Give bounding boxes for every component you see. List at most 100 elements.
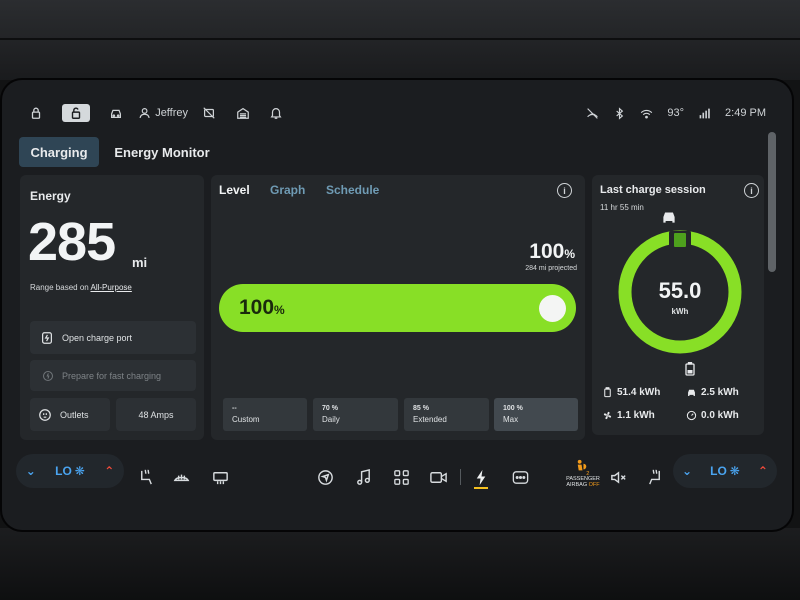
front-defrost-icon[interactable] <box>168 464 194 490</box>
temperature: 93° <box>667 107 685 119</box>
preset-max-label: Max <box>503 415 519 424</box>
preset-max[interactable]: 100 % Max <box>494 398 578 431</box>
preset-custom-label: Custom <box>232 415 260 424</box>
dock-divider <box>460 469 461 485</box>
garage-icon[interactable] <box>233 104 253 122</box>
subtab-graph[interactable]: Graph <box>270 183 305 197</box>
dashboard-bezel-top <box>0 0 800 80</box>
tab-energy-monitor[interactable]: Energy Monitor <box>110 137 214 167</box>
mute-icon[interactable] <box>605 464 631 490</box>
amps-label: 48 Amps <box>138 409 174 420</box>
range-note: Range based on All-Purpose <box>30 283 132 292</box>
preset-daily[interactable]: 70 % Daily <box>313 398 398 431</box>
amps-button[interactable]: 48 Amps <box>116 398 196 431</box>
stat-drive-value: 2.5 kWh <box>701 387 739 398</box>
prepare-fast-charging-button[interactable]: Prepare for fast charging <box>30 360 196 391</box>
lock-open-icon[interactable] <box>62 104 90 122</box>
session-info-icon[interactable]: i <box>744 183 759 198</box>
passenger-seat-heat-icon[interactable] <box>641 464 667 490</box>
battery-level-icon <box>685 362 695 376</box>
driver-fan-icon: ❋ <box>74 464 85 478</box>
open-charge-port-button[interactable]: Open charge port <box>30 321 196 354</box>
user-icon <box>139 108 150 119</box>
stat-climate: 1.1 kWh <box>602 410 655 421</box>
fan-icon <box>603 411 612 420</box>
user-name: Jeffrey <box>155 107 188 119</box>
slider-unit: % <box>274 303 285 317</box>
rear-defrost-icon[interactable] <box>207 464 233 490</box>
car-icon[interactable] <box>106 104 126 122</box>
prepare-fast-charging-label: Prepare for fast charging <box>62 370 162 381</box>
charge-limit-slider[interactable]: 100% <box>219 284 576 332</box>
preset-extended-label: Extended <box>413 415 447 424</box>
preset-custom-value: -- <box>232 405 237 412</box>
bluetooth-icon <box>616 106 624 120</box>
passenger-temp-value: LO <box>710 464 727 478</box>
signal-off-icon <box>587 107 599 119</box>
outlets-button[interactable]: Outlets <box>30 398 110 431</box>
charge-limit-value: 100% <box>529 240 575 264</box>
passenger-temp-up-button[interactable]: ⌃ <box>758 464 768 478</box>
range-mode-link[interactable]: All-Purpose <box>91 283 132 292</box>
slider-handle[interactable] <box>539 295 566 322</box>
car-icon <box>688 389 695 396</box>
driver-temp-down-button[interactable]: ⌄ <box>26 464 36 478</box>
apps-grid-icon[interactable] <box>388 464 414 490</box>
stat-other: 0.0 kWh <box>686 410 739 421</box>
slider-value: 100% <box>239 296 285 320</box>
charge-level-panel: Level Graph Schedule i 100% 284 mi proje… <box>211 175 585 440</box>
cellular-signal-icon <box>699 108 710 118</box>
slider-number: 100 <box>239 296 275 319</box>
lock-closed-icon[interactable] <box>24 104 48 122</box>
passenger-temp-display[interactable]: LO ❋ <box>710 464 740 478</box>
passenger-temp-down-button[interactable]: ⌄ <box>682 464 692 478</box>
energy-panel: Energy 285 mi Range based on All-Purpose… <box>20 175 204 440</box>
passenger-climate-control: ⌄ LO ❋ ⌃ <box>673 454 777 488</box>
dashboard-bezel-bottom <box>0 528 800 600</box>
gauge-icon <box>686 410 697 421</box>
tab-energy-monitor-label: Energy Monitor <box>114 144 210 160</box>
preset-extended[interactable]: 85 % Extended <box>404 398 489 431</box>
stat-battery: 51.4 kWh <box>602 387 660 398</box>
fast-charge-icon <box>42 370 54 381</box>
tab-charging[interactable]: Charging <box>19 137 99 167</box>
scrollbar[interactable] <box>768 132 776 272</box>
camera-off-icon[interactable] <box>199 104 219 122</box>
charge-limit-number: 100 <box>529 240 565 263</box>
passenger-airbag-status: PASSENGER AIRBAG OFF <box>564 476 602 488</box>
camera-icon[interactable] <box>425 464 451 490</box>
driver-temp-up-button[interactable]: ⌃ <box>104 464 114 478</box>
subtab-schedule[interactable]: Schedule <box>326 183 379 197</box>
vehicle-icon <box>663 212 675 223</box>
info-icon[interactable]: i <box>557 183 572 198</box>
preset-daily-value: 70 % <box>322 405 338 412</box>
stat-climate-value: 1.1 kWh <box>617 410 655 421</box>
driver-temp-display[interactable]: LO ❋ <box>55 464 85 478</box>
charge-limit-unit: % <box>564 247 575 261</box>
preset-custom[interactable]: -- Custom <box>223 398 307 431</box>
preset-extended-value: 85 % <box>413 405 429 412</box>
music-icon[interactable] <box>350 464 376 490</box>
airbag-line3: OFF <box>588 482 600 488</box>
heated-seat-icon[interactable] <box>133 464 159 490</box>
more-icon[interactable] <box>507 464 533 490</box>
passenger-fan-icon: ❋ <box>729 464 740 478</box>
bell-icon[interactable] <box>266 104 286 122</box>
subtab-level[interactable]: Level <box>219 183 250 197</box>
battery-icon <box>604 387 611 398</box>
preset-max-value: 100 % <box>503 405 523 412</box>
navigation-icon[interactable] <box>312 464 338 490</box>
clock: 2:49 PM <box>725 107 766 119</box>
energy-title: Energy <box>30 189 71 203</box>
driver-temp-value: LO <box>55 464 72 478</box>
session-total-value: 55.0 <box>658 278 702 303</box>
session-total-unit: kWh <box>671 307 689 316</box>
wifi-icon <box>641 109 653 119</box>
airbag-line2: AIRBAG <box>566 482 588 488</box>
range-value: 285 <box>28 212 116 272</box>
infotainment-screen: Jeffrey 93° 2:49 PM Charging Energy Moni… <box>2 80 792 530</box>
charging-active-indicator <box>474 487 488 489</box>
user-profile[interactable]: Jeffrey <box>138 104 188 122</box>
range-unit: mi <box>132 255 148 270</box>
status-right: 93° 2:49 PM <box>586 104 766 122</box>
